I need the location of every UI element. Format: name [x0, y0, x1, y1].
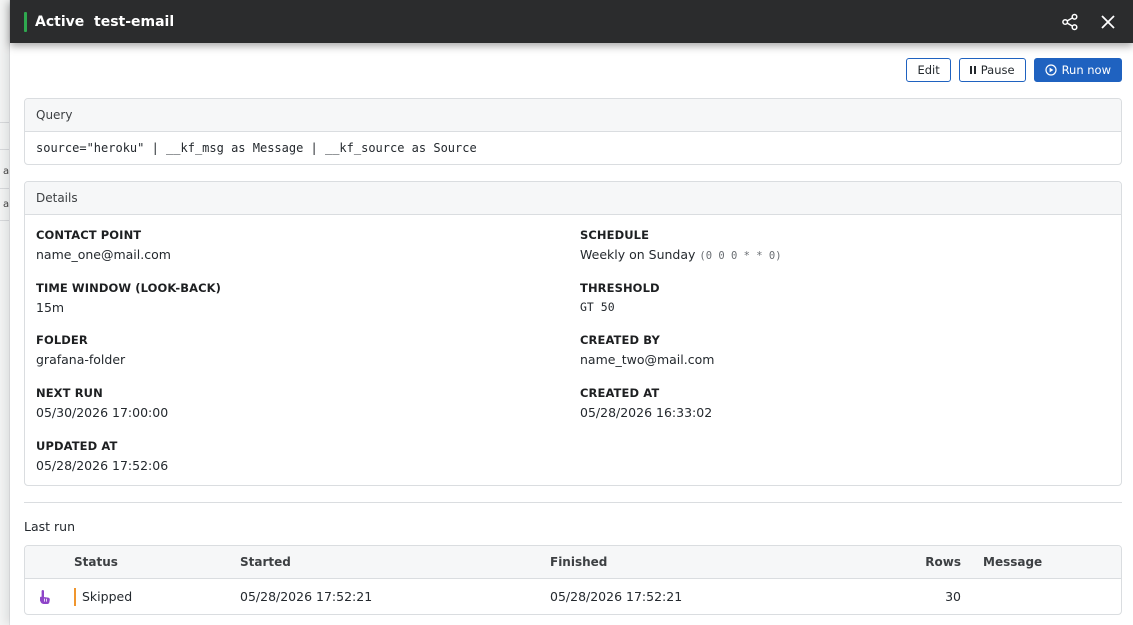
background-app-sliver: a a	[0, 0, 10, 625]
created-at-label: CREATED AT	[580, 386, 660, 401]
last-run-heading: Last run	[24, 519, 75, 534]
schedule-field: SCHEDULE Weekly on Sunday (0 0 0 * * 0)	[580, 225, 1110, 278]
details-card: Details CONTACT POINT name_one@mail.com …	[24, 181, 1122, 486]
status-value: Skipped	[82, 589, 133, 604]
next-run-label: NEXT RUN	[36, 386, 103, 401]
threshold-label: THRESHOLD	[580, 280, 660, 295]
run-now-button-label: Run now	[1061, 63, 1111, 77]
table-header: Status Started Finished Rows Message	[25, 546, 1121, 579]
finished-cell: 05/28/2026 17:52:21	[550, 589, 683, 604]
pause-icon	[969, 66, 976, 74]
threshold-value: GT 50	[580, 299, 615, 314]
details-grid: CONTACT POINT name_one@mail.com SCHEDULE…	[25, 215, 1121, 485]
status-cell: Skipped	[74, 587, 240, 606]
edit-button[interactable]: Edit	[906, 58, 951, 82]
drawer-title-status: Active	[35, 13, 85, 30]
contact-point-field: CONTACT POINT name_one@mail.com	[36, 225, 580, 278]
column-header-message: Message	[983, 555, 1043, 569]
folder-label: FOLDER	[36, 333, 88, 348]
schedule-cron: (0 0 0 * * 0)	[699, 250, 782, 262]
folder-value: grafana-folder	[36, 352, 126, 368]
drawer-title-spacer	[84, 14, 94, 30]
background-text: a	[3, 166, 10, 177]
updated-at-field: UPDATED AT 05/28/2026 17:52:06	[36, 436, 580, 485]
column-header-started: Started	[240, 555, 291, 569]
schedule-value: Weekly on Sunday	[580, 247, 696, 262]
drawer-header: Active test-email	[10, 0, 1133, 43]
status-color-bar	[74, 587, 76, 606]
created-at-value: 05/28/2026 16:33:02	[580, 405, 713, 421]
query-text: source="heroku" | __kf_msg as Message | …	[36, 141, 477, 155]
folder-field: FOLDER grafana-folder	[36, 330, 580, 383]
time-window-field: TIME WINDOW (LOOK-BACK) 15m	[36, 278, 580, 331]
schedule-value-row: Weekly on Sunday (0 0 0 * * 0)	[580, 247, 1110, 262]
close-icon[interactable]	[1097, 11, 1119, 33]
last-run-table: Status Started Finished Rows Message Ski…	[24, 545, 1122, 615]
table-row[interactable]: Skipped 05/28/2026 17:52:21 05/28/2026 1…	[25, 579, 1121, 614]
contact-point-value: name_one@mail.com	[36, 247, 171, 262]
schedule-label: SCHEDULE	[580, 228, 650, 242]
pause-button-label: Pause	[980, 63, 1015, 77]
drawer-content: Edit Pause Run now Query source="heroku"…	[10, 43, 1133, 615]
pause-button[interactable]: Pause	[958, 58, 1026, 82]
hand-pointer-icon[interactable]	[25, 589, 74, 605]
details-card-heading: Details	[25, 182, 1121, 215]
alert-detail-drawer: Active test-email Edit Pause Run now Que…	[10, 0, 1133, 625]
created-at-field: CREATED AT 05/28/2026 16:33:02	[580, 383, 1110, 436]
play-circle-icon	[1044, 64, 1057, 76]
next-run-field: NEXT RUN 05/30/2026 17:00:00	[36, 383, 580, 436]
drawer-title-name: test-email	[94, 13, 175, 30]
started-cell: 05/28/2026 17:52:21	[240, 589, 373, 604]
updated-at-value: 05/28/2026 17:52:06	[36, 457, 169, 473]
created-by-label: CREATED BY	[580, 333, 660, 348]
background-text: a	[3, 199, 10, 210]
threshold-field: THRESHOLD GT 50	[580, 278, 1110, 331]
share-icon[interactable]	[1059, 11, 1081, 33]
query-card-heading: Query	[25, 99, 1121, 132]
section-divider	[24, 502, 1122, 503]
created-by-value: name_two@mail.com	[580, 352, 715, 368]
column-header-finished: Finished	[550, 555, 608, 569]
rows-cell: 30	[945, 589, 961, 604]
edit-button-label: Edit	[917, 63, 940, 77]
contact-point-label: CONTACT POINT	[36, 228, 142, 242]
column-header-status: Status	[74, 555, 118, 569]
next-run-value: 05/30/2026 17:00:00	[36, 405, 169, 421]
time-window-label: TIME WINDOW (LOOK-BACK)	[36, 280, 222, 295]
query-card: Query source="heroku" | __kf_msg as Mess…	[24, 98, 1122, 165]
created-by-field: CREATED BY name_two@mail.com	[580, 330, 1110, 383]
status-accent-bar	[24, 11, 27, 32]
column-header-rows: Rows	[925, 555, 961, 569]
action-toolbar: Edit Pause Run now	[24, 43, 1122, 98]
updated-at-label: UPDATED AT	[36, 438, 118, 453]
time-window-value: 15m	[36, 299, 65, 315]
run-now-button[interactable]: Run now	[1033, 58, 1122, 82]
